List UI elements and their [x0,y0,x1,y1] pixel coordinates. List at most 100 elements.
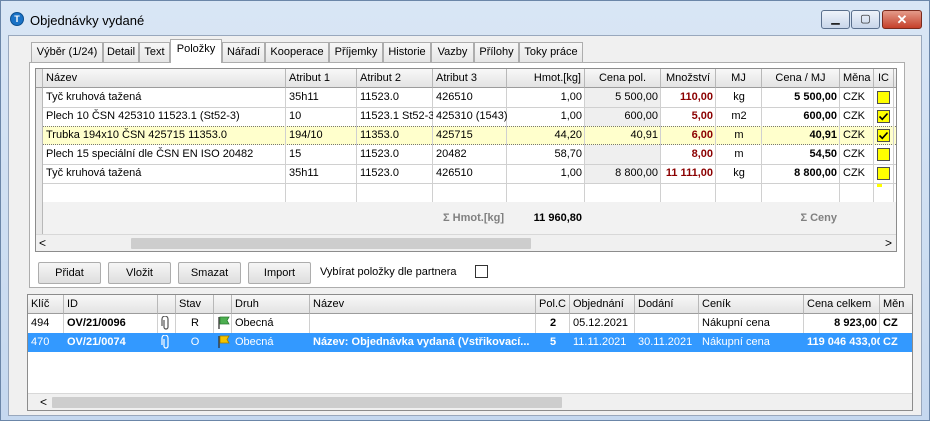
cell-nazev[interactable]: Plech 10 ČSN 425310 11523.1 (St52-3) [43,107,286,126]
cell-druh[interactable]: Obecná [232,333,310,352]
cell-mena[interactable]: CZK [840,107,874,126]
col-header-mj[interactable]: MJ [716,69,762,88]
cell-mnozstvi[interactable]: 11 111,00 [661,164,716,183]
cell-mj[interactable]: kg [716,88,762,107]
col-header-mena[interactable]: Měn [880,295,912,314]
cell-nazev[interactable]: Plech 15 speciální dle ČSN EN ISO 20482 [43,145,286,164]
ic-checkbox-checked[interactable] [877,129,890,142]
cell-objednani[interactable]: 11.11.2021 [570,333,635,352]
ic-checkbox[interactable] [877,167,890,180]
col-header-cena-mj[interactable]: Cena / MJ [762,69,840,88]
cell-cena-celkem[interactable]: 8 923,00 [804,314,880,333]
cell-atribut3[interactable]: 20482 [433,145,507,164]
orders-horizontal-scrollbar[interactable]: < [28,393,912,410]
cell-mj[interactable]: m [716,145,762,164]
cell-cenik[interactable]: Nákupní cena [699,333,804,352]
cell-atribut3[interactable]: 426510 [433,164,507,183]
col-header-atribut1[interactable]: Atribut 1 [286,69,357,88]
col-header-mnozstvi[interactable]: Množství [661,69,716,88]
tab-vazby[interactable]: Vazby [431,42,474,62]
tab-text[interactable]: Text [139,42,170,62]
cell-objednani[interactable]: 05.12.2021 [570,314,635,333]
cell-atribut2[interactable]: 11523.0 [357,164,433,183]
cell-atribut2[interactable]: 11523.1 St52-3 [357,107,433,126]
cell-atribut2[interactable]: 11523.0 [357,145,433,164]
scrollbar-thumb[interactable] [131,238,531,249]
cell-hmotnost[interactable]: 1,00 [507,164,585,183]
title-bar[interactable]: T Objednávky vydané ▁ ▢ ✕ [1,1,929,35]
cell-nazev[interactable]: Trubka 194x10 ČSN 425715 11353.0 [43,126,286,145]
cell-mj[interactable]: kg [716,164,762,183]
col-header-atribut2[interactable]: Atribut 2 [357,69,433,88]
cell-mena[interactable]: CZ [880,314,912,333]
vlozit-button[interactable]: Vložit [108,262,171,284]
cell-cena-mj[interactable]: 8 800,00 [762,164,840,183]
cell-atribut1[interactable]: 15 [286,145,357,164]
ic-checkbox[interactable] [877,91,890,104]
tab-toky-prace[interactable]: Toky práce [519,42,583,62]
col-header-mena[interactable]: Měna [840,69,874,88]
cell-cena-mj[interactable]: 5 500,00 [762,88,840,107]
cell-mena[interactable]: CZK [840,126,874,145]
cell-druh[interactable]: Obecná [232,314,310,333]
cell-dodani[interactable] [635,314,699,333]
tab-historie[interactable]: Historie [383,42,431,62]
ic-checkbox-checked[interactable] [877,110,890,123]
cell-nazev[interactable]: Název: Objednávka vydaná (Vstřikovací... [310,333,536,352]
cell-mena[interactable]: CZ [880,333,912,352]
tab-detail[interactable]: Detail [103,42,139,62]
cell-nazev[interactable] [310,314,536,333]
cell-cena-mj[interactable]: 40,91 [762,126,840,145]
cell-stav[interactable]: R [176,314,214,333]
col-header-cenik[interactable]: Ceník [699,295,804,314]
orders-grid[interactable]: Klíč ID Stav Druh Název Pol.C Objednání … [27,294,913,411]
cell-atribut1[interactable]: 194/10 [286,126,357,145]
tab-kooperace[interactable]: Kooperace [265,42,329,62]
tab-vyber[interactable]: Výběr (1/24) [31,42,103,62]
cell-cena-mj[interactable]: 600,00 [762,107,840,126]
cell-cena-pol[interactable]: 40,91 [585,126,661,145]
scrollbar-thumb[interactable] [52,397,562,408]
col-header-cena-celkem[interactable]: Cena celkem [804,295,880,314]
cell-cena-mj[interactable]: 54,50 [762,145,840,164]
col-header-attachment[interactable] [158,295,176,314]
import-button[interactable]: Import [248,262,311,284]
cell-mnozstvi[interactable]: 8,00 [661,145,716,164]
cell-mnozstvi[interactable]: 110,00 [661,88,716,107]
cell-klic[interactable]: 494 [28,314,64,333]
cell-cenik[interactable]: Nákupní cena [699,314,804,333]
cell-cena-pol[interactable]: 600,00 [585,107,661,126]
col-header-hmotnost[interactable]: Hmot.[kg] [507,69,585,88]
col-header-nazev[interactable]: Název [43,69,286,88]
scroll-right-icon[interactable]: > [885,235,892,251]
cell-mj[interactable]: m2 [716,107,762,126]
cell-hmotnost[interactable]: 1,00 [507,88,585,107]
minimize-button[interactable]: ▁ [821,10,850,29]
col-header-objednani[interactable]: Objednání [570,295,635,314]
col-header-flag[interactable] [214,295,232,314]
cell-cena-pol[interactable] [585,145,661,164]
col-header-dodani[interactable]: Dodání [635,295,699,314]
ic-checkbox[interactable] [877,148,890,161]
cell-polc[interactable]: 2 [536,314,570,333]
items-grid[interactable]: Název Atribut 1 Atribut 2 Atribut 3 Hmot… [35,68,897,252]
cell-nazev[interactable]: Tyč kruhová tažená [43,164,286,183]
col-header-atribut3[interactable]: Atribut 3 [433,69,507,88]
cell-nazev[interactable]: Tyč kruhová tažená [43,88,286,107]
cell-atribut3[interactable]: 425715 [433,126,507,145]
cell-cena-celkem[interactable]: 119 046 433,00 [804,333,880,352]
col-header-cena-pol[interactable]: Cena pol. [585,69,661,88]
cell-atribut2[interactable]: 11353.0 [357,126,433,145]
col-header-klic[interactable]: Klíč [28,295,64,314]
cell-mj[interactable]: m [716,126,762,145]
cell-atribut3[interactable]: 425310 (1543) [433,107,507,126]
col-header-id[interactable]: ID [64,295,158,314]
col-header-nazev[interactable]: Název [310,295,536,314]
tab-prijemky[interactable]: Příjemky [329,42,383,62]
cell-atribut1[interactable]: 35h11 [286,164,357,183]
cell-klic[interactable]: 470 [28,333,64,352]
cell-atribut1[interactable]: 10 [286,107,357,126]
cell-hmotnost[interactable]: 44,20 [507,126,585,145]
cell-stav[interactable]: O [176,333,214,352]
cell-mnozstvi[interactable]: 5,00 [661,107,716,126]
